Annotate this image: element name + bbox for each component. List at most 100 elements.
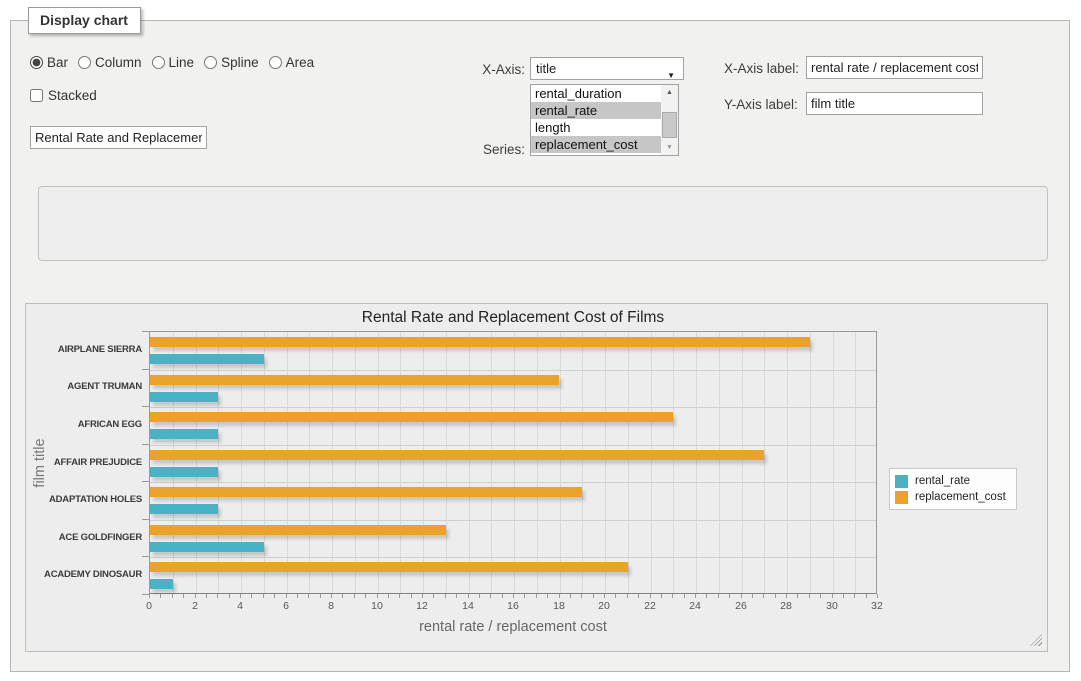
chart-type-area-label: Area — [286, 55, 315, 70]
chart-type-bar[interactable]: Bar — [30, 55, 68, 70]
bar-rental_rate — [150, 542, 264, 552]
x-axis-minor-tick — [797, 594, 798, 598]
series-option-rental-duration[interactable]: rental_duration — [531, 85, 661, 102]
legend-entry: replacement_cost — [895, 489, 1006, 505]
y-axis-tick — [142, 369, 149, 370]
x-axis-minor-tick — [627, 594, 628, 598]
x-axis-minor-tick — [195, 594, 196, 598]
chart-type-line-radio[interactable] — [152, 56, 165, 69]
scrollbar-thumb[interactable] — [662, 112, 677, 138]
x-axis-minor-tick — [206, 594, 207, 598]
series-option-rental-rate[interactable]: rental_rate — [531, 102, 661, 119]
x-tick-label: 12 — [416, 600, 428, 612]
x-axis-minor-tick — [775, 594, 776, 598]
x-tick-label: 14 — [462, 600, 474, 612]
chart-type-area-radio[interactable] — [269, 56, 282, 69]
scroll-down-icon[interactable]: ▼ — [661, 140, 678, 155]
x-axis-minor-tick — [388, 594, 389, 598]
x-tick-label: 26 — [735, 600, 747, 612]
x-axis-minor-tick — [832, 594, 833, 598]
x-axis-minor-tick — [854, 594, 855, 598]
legend-swatch-rental_rate — [895, 475, 908, 488]
series-listbox[interactable]: rental_duration rental_rate length repla… — [530, 84, 679, 156]
gridline-vertical — [355, 332, 356, 593]
x-axis-minor-tick — [559, 594, 560, 598]
gridline-horizontal — [150, 370, 876, 371]
x-axis-minor-tick — [786, 594, 787, 598]
series-option-replacement-cost[interactable]: replacement_cost — [531, 136, 661, 153]
stacked-checkbox[interactable] — [30, 89, 43, 102]
x-axis-minor-tick — [411, 594, 412, 598]
x-axis-minor-tick — [877, 594, 878, 598]
x-axis-minor-tick — [149, 594, 150, 598]
chart-title-input[interactable] — [30, 126, 207, 149]
x-axis-minor-tick — [286, 594, 287, 598]
x-axis-minor-tick — [354, 594, 355, 598]
x-axis-minor-tick — [524, 594, 525, 598]
x-axis-minor-tick — [809, 594, 810, 598]
x-axis-minor-tick — [502, 594, 503, 598]
x-axis-minor-tick — [320, 594, 321, 598]
x-axis-minor-tick — [229, 594, 230, 598]
chart-type-column-label: Column — [95, 55, 142, 70]
x-axis-label-input[interactable] — [806, 56, 983, 79]
chart-type-spline[interactable]: Spline — [204, 55, 259, 70]
gridline-vertical — [833, 332, 834, 593]
x-axis-minor-tick — [604, 594, 605, 598]
chart-type-bar-radio[interactable] — [30, 56, 43, 69]
x-axis-minor-tick — [672, 594, 673, 598]
x-tick-label: 16 — [507, 600, 519, 612]
x-axis-minor-tick — [638, 594, 639, 598]
chart-type-line[interactable]: Line — [152, 55, 195, 70]
x-tick-label: 4 — [237, 600, 243, 612]
x-tick-label: 20 — [598, 600, 610, 612]
x-axis-select[interactable]: title ▼ — [530, 57, 684, 80]
resize-handle-icon[interactable] — [1030, 634, 1042, 646]
series-option-length[interactable]: length — [531, 119, 661, 136]
y-axis-tick — [142, 331, 149, 332]
y-axis-label-input[interactable] — [806, 92, 983, 115]
x-tick-label: 10 — [371, 600, 383, 612]
x-axis-minor-tick — [160, 594, 161, 598]
bar-rental_rate — [150, 354, 264, 364]
x-axis-minor-tick — [308, 594, 309, 598]
gridline-vertical — [787, 332, 788, 593]
x-axis-minor-tick — [752, 594, 753, 598]
bar-replacement_cost — [150, 375, 559, 385]
chevron-down-icon: ▼ — [667, 65, 675, 86]
x-axis-minor-tick — [422, 594, 423, 598]
x-axis-minor-tick — [695, 594, 696, 598]
x-tick-label: 30 — [826, 600, 838, 612]
gridline-vertical — [400, 332, 401, 593]
fieldset-legend: Display chart — [28, 7, 141, 34]
chart-type-area[interactable]: Area — [269, 55, 315, 70]
x-axis-minor-tick — [456, 594, 457, 598]
x-axis-minor-tick — [820, 594, 821, 598]
x-axis-minor-tick — [479, 594, 480, 598]
x-axis-selected-value: title — [536, 61, 556, 76]
chart-type-column[interactable]: Column — [78, 55, 142, 70]
gridline-vertical — [605, 332, 606, 593]
legend-entry: rental_rate — [895, 473, 1006, 489]
x-axis-minor-tick — [433, 594, 434, 598]
y-axis-tick — [142, 556, 149, 557]
x-tick-label: 18 — [553, 600, 565, 612]
x-axis-minor-tick — [217, 594, 218, 598]
chart-type-spline-radio[interactable] — [204, 56, 217, 69]
bar-rental_rate — [150, 504, 218, 514]
legend-label: replacement_cost — [915, 491, 1006, 503]
gridline-horizontal — [150, 407, 876, 408]
listbox-scrollbar[interactable]: ▲ ▼ — [661, 85, 678, 155]
x-tick-label: 32 — [871, 600, 883, 612]
gridline-vertical — [651, 332, 652, 593]
legend-label: rental_rate — [915, 475, 970, 487]
gridline-vertical — [719, 332, 720, 593]
x-axis-minor-tick — [342, 594, 343, 598]
chart-type-line-label: Line — [169, 55, 195, 70]
chart-type-column-radio[interactable] — [78, 56, 91, 69]
x-axis-minor-tick — [513, 594, 514, 598]
scroll-up-icon[interactable]: ▲ — [661, 85, 678, 100]
gridline-vertical — [332, 332, 333, 593]
bar-rental_rate — [150, 429, 218, 439]
x-tick-label: 2 — [192, 600, 198, 612]
